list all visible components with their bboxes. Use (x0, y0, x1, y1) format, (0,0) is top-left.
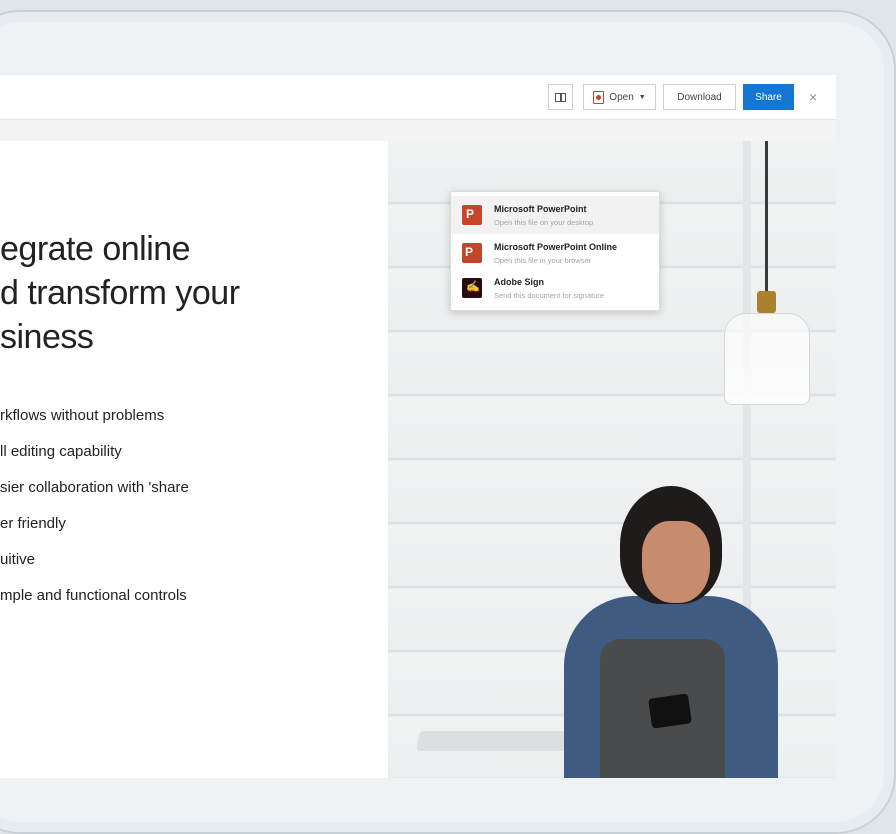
lamp-cord (765, 141, 768, 291)
menu-item-subtitle: Open this file in your browser (494, 256, 592, 265)
menu-item-title: Microsoft PowerPoint Online (494, 242, 618, 252)
bullet-item: uitive (0, 551, 36, 568)
powerpoint-online-icon (462, 243, 482, 263)
headline-line: egrate online (0, 230, 191, 268)
lamp-socket (757, 291, 776, 313)
slide-preview: egrate online d transform your siness rk… (0, 141, 836, 778)
sidebar-icon (555, 92, 566, 102)
bullet-item: sier collaboration with 'share (0, 479, 189, 496)
viewer-toolbar: Open ▼ Download Share × (0, 75, 836, 120)
adobe-sign-icon (462, 278, 482, 298)
headline-line: siness (0, 318, 94, 356)
bullet-item: ll editing capability (0, 443, 122, 460)
open-button[interactable]: Open ▼ (583, 84, 656, 110)
powerpoint-icon (462, 205, 482, 225)
person-face (642, 521, 710, 603)
bullet-item: rkflows without problems (0, 407, 165, 424)
menu-item-powerpoint[interactable]: Microsoft PowerPoint Open this file on y… (451, 196, 659, 234)
powerpoint-icon (593, 90, 605, 104)
menu-item-subtitle: Send this document for signature (494, 291, 605, 300)
bullet-item: er friendly (0, 515, 66, 532)
menu-item-powerpoint-online[interactable]: Microsoft PowerPoint Online Open this fi… (451, 234, 659, 272)
slide-bullets: rkflows without problems ll editing capa… (0, 406, 189, 622)
menu-item-adobe-sign[interactable]: Adobe Sign Send this document for signat… (451, 269, 659, 307)
open-dropdown-menu: Microsoft PowerPoint Open this file on y… (450, 191, 660, 311)
pendant-lamp (724, 313, 810, 405)
menu-item-subtitle: Open this file on your desktop (494, 218, 594, 227)
tablet-stand (416, 731, 570, 751)
share-button[interactable]: Share (743, 84, 794, 110)
close-icon[interactable]: × (809, 89, 817, 105)
menu-item-title: Microsoft PowerPoint (494, 204, 587, 214)
panel-toggle-button[interactable] (548, 84, 573, 110)
document-viewer: Open ▼ Download Share × egrate online d … (0, 75, 836, 778)
download-button[interactable]: Download (663, 84, 736, 110)
bullet-item: mple and functional controls (0, 587, 187, 604)
headline-line: d transform your (0, 274, 240, 312)
open-label: Open (609, 91, 634, 103)
caret-down-icon: ▼ (638, 93, 646, 101)
slide-headline: egrate online d transform your siness (0, 227, 380, 359)
menu-item-title: Adobe Sign (494, 277, 544, 287)
smartphone (648, 693, 692, 729)
